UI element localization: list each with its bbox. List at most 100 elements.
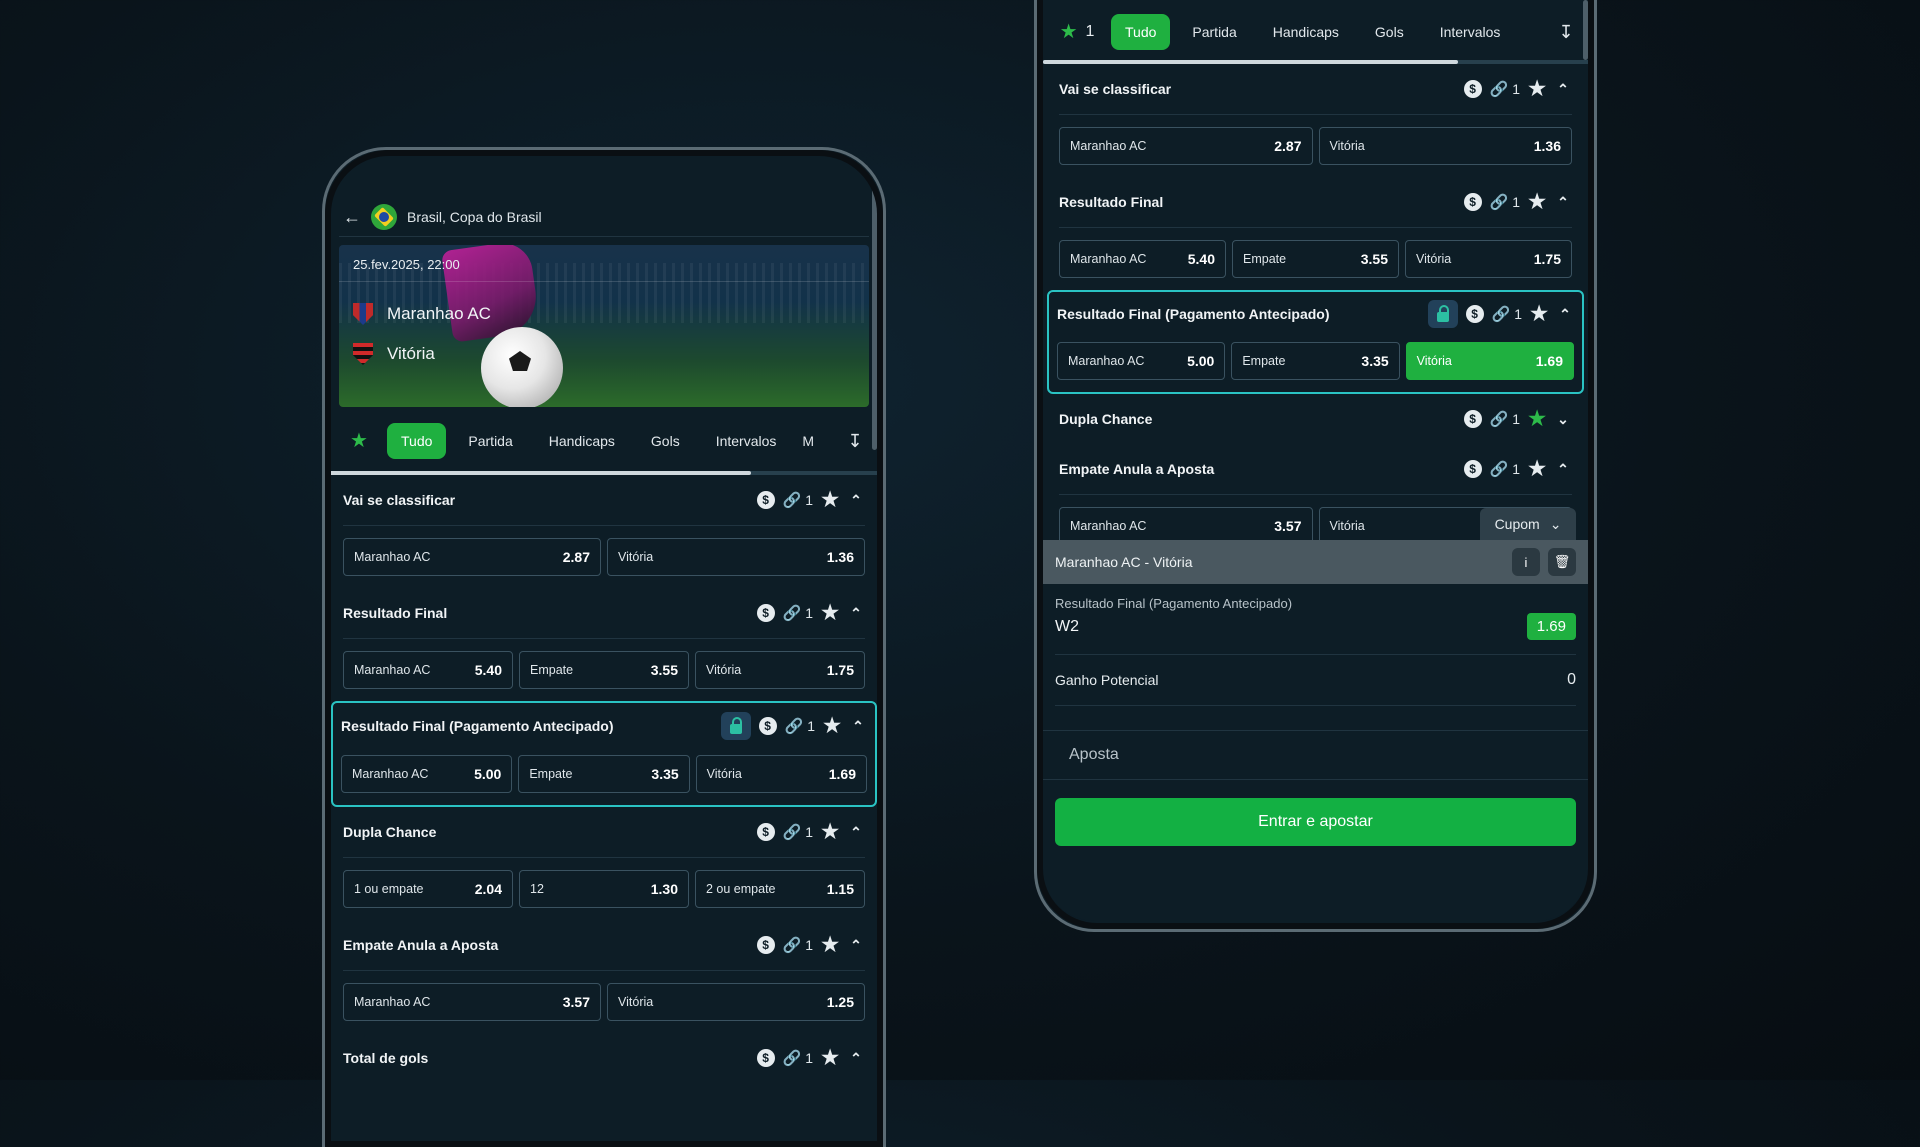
chevron-up-icon[interactable]: ⌃ bbox=[847, 937, 865, 954]
link-icon[interactable]: 🔗 bbox=[783, 604, 802, 622]
link-icon[interactable]: 🔗 bbox=[1492, 305, 1511, 323]
link-icon[interactable]: 🔗 bbox=[783, 1049, 802, 1067]
chevron-up-icon[interactable]: ⌃ bbox=[847, 824, 865, 841]
star-icon[interactable]: ★ bbox=[1528, 192, 1546, 212]
header: ← Brasil, Copa do Brasil bbox=[339, 198, 869, 236]
tab-intervalos[interactable]: Intervalos bbox=[702, 423, 791, 459]
odd-button[interactable]: Vitória 1.75 bbox=[695, 651, 865, 689]
link-count: 1 bbox=[1512, 461, 1521, 477]
tab-partida[interactable]: Partida bbox=[1178, 14, 1250, 50]
vertical-scrollbar[interactable] bbox=[872, 186, 877, 450]
odd-button[interactable]: Vitória 1.36 bbox=[607, 538, 865, 576]
link-icon[interactable]: 🔗 bbox=[1490, 410, 1509, 428]
tab-intervalos[interactable]: Intervalos bbox=[1426, 14, 1515, 50]
tab-more[interactable]: M bbox=[798, 423, 816, 459]
star-icon[interactable]: ★ bbox=[821, 822, 839, 842]
tab-gols[interactable]: Gols bbox=[1361, 14, 1418, 50]
cashout-icon[interactable]: $ bbox=[756, 604, 775, 622]
odd-button[interactable]: Empate 3.55 bbox=[1232, 240, 1399, 278]
tab-gols[interactable]: Gols bbox=[637, 423, 694, 459]
star-icon[interactable]: ★ bbox=[823, 716, 841, 736]
tab-partida[interactable]: Partida bbox=[454, 423, 526, 459]
market-title: Dupla Chance bbox=[343, 824, 437, 840]
odd-button[interactable]: Maranhao AC 5.00 bbox=[341, 755, 513, 793]
chevron-up-icon[interactable]: ⌃ bbox=[849, 718, 867, 735]
link-icon[interactable]: 🔗 bbox=[783, 491, 802, 509]
odd-button[interactable]: Vitória 1.75 bbox=[1405, 240, 1572, 278]
link-icon[interactable]: 🔗 bbox=[783, 936, 802, 954]
chevron-up-icon[interactable]: ⌃ bbox=[847, 605, 865, 622]
cashout-icon[interactable]: $ bbox=[1463, 410, 1482, 428]
place-bet-button[interactable]: Entrar e apostar bbox=[1055, 798, 1576, 846]
odd-button[interactable]: Maranhao AC 2.87 bbox=[1059, 127, 1313, 165]
odd-button[interactable]: Vitória 1.36 bbox=[1318, 127, 1572, 165]
link-icon[interactable]: 🔗 bbox=[783, 823, 802, 841]
cashout-icon[interactable]: $ bbox=[1463, 80, 1482, 98]
cashout-icon[interactable]: $ bbox=[1463, 460, 1482, 478]
link-icon[interactable]: 🔗 bbox=[1490, 460, 1509, 478]
chevron-up-icon[interactable]: ⌃ bbox=[1554, 461, 1572, 478]
star-icon[interactable]: ★ bbox=[1528, 459, 1546, 479]
market-vai-se-classificar: Vai se classificar $ 🔗 1 ★ ⌃ Maranhao AC… bbox=[1055, 64, 1576, 165]
chevron-up-icon[interactable]: ⌃ bbox=[1554, 81, 1572, 98]
odd-button[interactable]: 12 1.30 bbox=[519, 870, 689, 908]
star-icon[interactable]: ★ bbox=[1528, 79, 1546, 99]
collapse-all-icon[interactable]: ↧ bbox=[1552, 14, 1580, 50]
cashout-icon[interactable]: $ bbox=[758, 717, 777, 735]
odd-button[interactable]: Empate 3.35 bbox=[518, 755, 690, 793]
cashout-icon[interactable]: $ bbox=[756, 1049, 775, 1067]
tab-tudo[interactable]: Tudo bbox=[1111, 14, 1171, 50]
lock-icon[interactable] bbox=[720, 712, 751, 740]
odd-button[interactable]: Maranhao AC 2.87 bbox=[343, 538, 601, 576]
odd-button-selected[interactable]: Vitória 1.69 bbox=[1405, 342, 1574, 380]
tabs-scrollbar[interactable] bbox=[325, 471, 883, 475]
odd-button[interactable]: Maranhao AC 5.00 bbox=[1057, 342, 1226, 380]
back-arrow-icon[interactable]: ← bbox=[343, 207, 361, 228]
tab-handicaps[interactable]: Handicaps bbox=[535, 423, 629, 459]
star-icon[interactable]: ★ bbox=[1528, 409, 1546, 429]
coupon-tab[interactable]: Cupom ⌄ bbox=[1480, 508, 1576, 540]
star-icon[interactable]: ★ bbox=[1530, 304, 1548, 324]
odd-button[interactable]: Vitória 1.25 bbox=[607, 983, 865, 1021]
odd-button[interactable]: Maranhao AC 3.57 bbox=[343, 983, 601, 1021]
chevron-up-icon[interactable]: ⌃ bbox=[847, 1050, 865, 1067]
trash-icon[interactable]: 🗑 bbox=[1548, 548, 1576, 576]
odd-button[interactable]: Maranhao AC 5.40 bbox=[343, 651, 513, 689]
cashout-icon[interactable]: $ bbox=[756, 936, 775, 954]
tab-tudo[interactable]: Tudo bbox=[387, 423, 447, 459]
stake-input[interactable]: Aposta bbox=[1043, 730, 1588, 780]
phone-left: ← Brasil, Copa do Brasil 25.fev.2025, 22… bbox=[322, 147, 886, 1147]
odd-button[interactable]: Empate 3.35 bbox=[1231, 342, 1400, 380]
cashout-icon[interactable]: $ bbox=[1465, 305, 1484, 323]
collapse-all-icon[interactable]: ↧ bbox=[841, 423, 869, 459]
odd-button[interactable]: Empate 3.55 bbox=[519, 651, 689, 689]
away-crest-icon bbox=[353, 343, 373, 365]
cashout-icon[interactable]: $ bbox=[756, 823, 775, 841]
odd-button[interactable]: 2 ou empate 1.15 bbox=[695, 870, 865, 908]
link-count: 1 bbox=[805, 824, 814, 840]
chevron-up-icon[interactable]: ⌃ bbox=[847, 492, 865, 509]
link-icon[interactable]: 🔗 bbox=[1490, 193, 1509, 211]
tabs-scrollbar[interactable] bbox=[1043, 60, 1588, 64]
odd-button[interactable]: Vitória 1.69 bbox=[695, 755, 867, 793]
favorites-tab[interactable]: ★ 1 bbox=[1051, 14, 1103, 50]
odd-button[interactable]: 1 ou empate 2.04 bbox=[343, 870, 513, 908]
chevron-down-icon[interactable]: ⌄ bbox=[1554, 411, 1572, 428]
chevron-up-icon[interactable]: ⌃ bbox=[1554, 194, 1572, 211]
link-icon[interactable]: 🔗 bbox=[1490, 80, 1509, 98]
favorites-tab[interactable]: ★ bbox=[339, 423, 379, 459]
lock-icon[interactable] bbox=[1427, 300, 1458, 328]
link-icon[interactable]: 🔗 bbox=[785, 717, 804, 735]
star-icon[interactable]: ★ bbox=[821, 603, 839, 623]
market-title: Empate Anula a Aposta bbox=[1059, 461, 1215, 477]
tab-handicaps[interactable]: Handicaps bbox=[1259, 14, 1353, 50]
star-icon[interactable]: ★ bbox=[821, 935, 839, 955]
star-icon[interactable]: ★ bbox=[821, 490, 839, 510]
chevron-up-icon[interactable]: ⌃ bbox=[1556, 306, 1574, 323]
info-icon[interactable]: i bbox=[1512, 548, 1540, 576]
coupon-label: Cupom bbox=[1494, 516, 1540, 532]
cashout-icon[interactable]: $ bbox=[1463, 193, 1482, 211]
cashout-icon[interactable]: $ bbox=[756, 491, 775, 509]
odd-button[interactable]: Maranhao AC 5.40 bbox=[1059, 240, 1226, 278]
star-icon[interactable]: ★ bbox=[821, 1048, 839, 1068]
